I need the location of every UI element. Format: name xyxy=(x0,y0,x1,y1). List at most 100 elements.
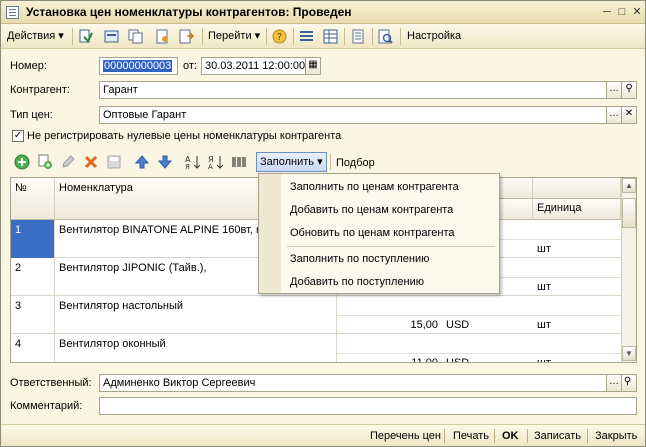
delete-row-icon[interactable] xyxy=(83,154,99,170)
row-unit: шт xyxy=(533,315,621,334)
row-number: 3 xyxy=(11,296,55,334)
menu-item-update-by-counterparty[interactable]: Обновить по ценам контрагента xyxy=(290,223,455,243)
row-price: 11,00 xyxy=(337,353,442,362)
date-label: от: xyxy=(183,60,197,72)
row-number: 4 xyxy=(11,334,55,362)
svg-text:A: A xyxy=(208,163,213,170)
responsible-label: Ответственный: xyxy=(10,377,92,389)
settings-button[interactable]: Настройка xyxy=(407,28,461,45)
responsible-select-button[interactable]: … xyxy=(606,374,622,392)
close-icon[interactable]: ✕ xyxy=(630,5,644,19)
fill-menu-button[interactable]: Заполнить ▾ xyxy=(256,152,327,172)
title-bar: Установка цен номенклатуры контрагентов:… xyxy=(1,1,645,24)
movements-icon[interactable] xyxy=(179,29,194,44)
actions-label: Действия xyxy=(7,30,56,42)
bottom-separator xyxy=(527,429,528,443)
skip-zero-prices-checkbox[interactable]: ✓ xyxy=(12,130,24,142)
table-icon[interactable] xyxy=(323,29,338,44)
price-type-select-button[interactable]: … xyxy=(606,106,622,124)
scroll-up-icon[interactable]: ▲ xyxy=(622,178,636,193)
barcode-icon[interactable] xyxy=(231,154,247,170)
number-label: Номер: xyxy=(10,60,47,72)
save-button[interactable]: Записать xyxy=(534,429,581,443)
menu-item-fill-by-receipt[interactable]: Заполнить по поступлению xyxy=(290,249,429,269)
print-button[interactable]: Печать xyxy=(453,429,489,443)
row-price: 15,00 xyxy=(337,315,442,334)
counterparty-select-button[interactable]: … xyxy=(606,81,622,99)
toolbar-separator xyxy=(330,154,331,170)
svg-text:Я: Я xyxy=(185,163,190,170)
toolbar-separator xyxy=(400,28,401,45)
scroll-thumb[interactable] xyxy=(622,198,636,228)
table-row[interactable]: 3 Вентилятор настольный 15,00 USD шт xyxy=(11,296,621,334)
unpost-icon[interactable] xyxy=(104,29,119,44)
clear-icon[interactable] xyxy=(633,374,637,392)
column-header-number[interactable]: № xyxy=(11,178,55,220)
copy-icon[interactable] xyxy=(128,29,143,44)
scroll-down-icon[interactable]: ▼ xyxy=(622,346,636,361)
clear-icon[interactable]: ✕ xyxy=(621,106,637,124)
comment-label: Комментарий: xyxy=(10,400,83,412)
column-header-blank xyxy=(533,178,621,199)
counterparty-field[interactable]: Гарант xyxy=(99,81,607,99)
bottom-separator xyxy=(587,429,588,443)
minimize-icon[interactable]: ─ xyxy=(600,5,614,19)
row-unit: шт xyxy=(533,353,621,362)
add-row-icon[interactable] xyxy=(14,154,30,170)
bottom-command-bar: Перечень цен Печать OK Записать Закрыть xyxy=(1,424,645,446)
list-icon[interactable] xyxy=(299,29,314,44)
comment-field[interactable] xyxy=(99,397,637,415)
maximize-icon[interactable]: □ xyxy=(615,5,629,19)
sort-ascending-icon[interactable]: AЯ xyxy=(185,154,201,170)
menu-item-add-by-counterparty[interactable]: Добавить по ценам контрагента xyxy=(290,200,453,220)
number-field[interactable]: 00000000003 xyxy=(99,57,178,75)
row-number: 2 xyxy=(11,258,55,296)
date-value: 30.03.2011 12:00:00 xyxy=(205,60,306,72)
menu-item-fill-by-counterparty[interactable]: Заполнить по ценам контрагента xyxy=(290,177,459,197)
close-button[interactable]: Закрыть xyxy=(595,429,637,443)
actions-menu[interactable]: Действия ▾ xyxy=(7,28,64,45)
bottom-separator xyxy=(494,429,495,443)
sort-descending-icon[interactable]: ЯA xyxy=(208,154,224,170)
row-unit: шт xyxy=(533,277,621,296)
goto-label: Перейти xyxy=(208,30,252,42)
copy-row-icon[interactable] xyxy=(37,154,53,170)
toolbar-separator xyxy=(266,28,267,45)
document-list-icon[interactable] xyxy=(351,29,366,44)
row-item: Вентилятор оконный xyxy=(55,334,337,362)
price-type-value: Оптовые Гарант xyxy=(103,109,187,121)
date-field[interactable]: 30.03.2011 12:00:00 xyxy=(201,57,308,75)
responsible-field[interactable]: Админенко Виктор Сергеевич xyxy=(99,374,607,392)
row-unit: шт xyxy=(533,239,621,258)
table-row[interactable]: 4 Вентилятор оконный 11,00 USD шт xyxy=(11,334,621,362)
move-down-icon[interactable] xyxy=(157,154,173,170)
structure-icon[interactable] xyxy=(155,29,170,44)
row-number: 1 xyxy=(11,220,55,258)
select-button[interactable]: Подбор xyxy=(336,155,375,171)
move-up-icon[interactable] xyxy=(134,154,150,170)
search-icon[interactable]: ⚲ xyxy=(621,81,637,99)
window-title: Установка цен номенклатуры контрагентов:… xyxy=(26,5,352,19)
price-type-field[interactable]: Оптовые Гарант xyxy=(99,106,607,124)
toolbar-separator xyxy=(293,28,294,45)
price-list-button[interactable]: Перечень цен xyxy=(370,429,441,443)
preview-icon[interactable] xyxy=(378,29,393,44)
help-icon[interactable]: ? xyxy=(272,29,287,44)
price-type-label: Тип цен: xyxy=(10,109,53,121)
skip-zero-prices-label: Не регистрировать нулевые цены номенклат… xyxy=(27,130,342,142)
row-currency: USD xyxy=(442,353,533,362)
ok-button[interactable]: OK xyxy=(502,429,519,443)
edit-row-icon[interactable] xyxy=(60,154,76,170)
goto-menu[interactable]: Перейти ▾ xyxy=(208,28,260,45)
table-scrollbar[interactable]: ▲ ▼ xyxy=(621,178,636,362)
menu-item-add-by-receipt[interactable]: Добавить по поступлению xyxy=(290,272,424,292)
post-icon[interactable] xyxy=(78,29,93,44)
svg-text:?: ? xyxy=(277,32,282,43)
end-edit-icon[interactable] xyxy=(106,154,122,170)
menu-separator xyxy=(287,246,495,247)
toolbar-separator xyxy=(344,28,345,45)
calendar-icon[interactable]: ▦ xyxy=(305,57,321,75)
toolbar-separator xyxy=(202,28,203,45)
column-header-unit[interactable]: Единица xyxy=(533,199,621,220)
fill-label: Заполнить xyxy=(260,156,315,168)
